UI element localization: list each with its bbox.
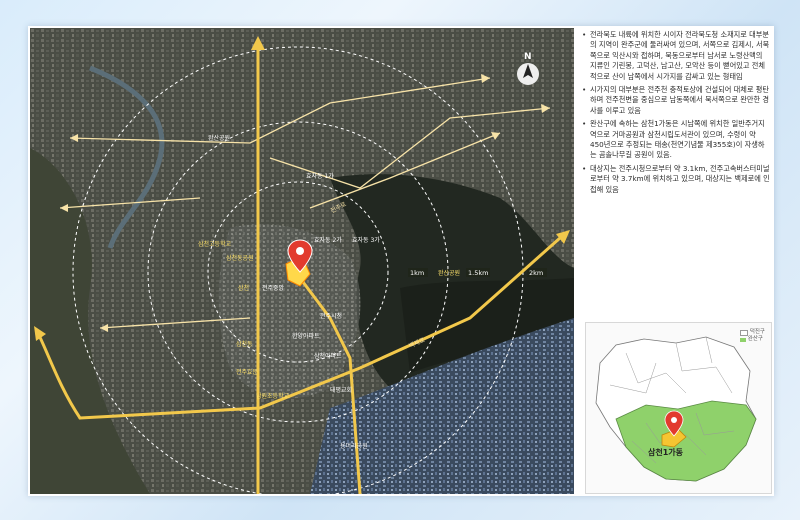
place-label: 전주중앙 [262,284,285,292]
place-label: 완산공원 [208,134,230,142]
description-item: 대상지는 전주시청으로부터 약 3.1km, 전주고속버스터미널로부터 약 3.… [582,164,770,195]
place-label: 전주효문 [236,368,259,376]
ring-label-2km: 2km [529,269,543,277]
north-label: N [524,52,532,62]
place-label: 완산공원 [438,269,460,277]
inset-site-label: 삼천1가동 [648,448,684,457]
place-label: 효자동 1가 [306,172,334,180]
location-map: 1km 1.5km 2km 전주로 백제로 완산공원 삼천고등학교 삼천동공원 … [30,28,574,494]
place-label: 태평교회 [330,386,352,394]
description-panel: 전라북도 내륙에 위치한 시이자 전라북도청 소재지로 대부분의 지역이 완주군… [582,30,770,198]
map-svg: 1km 1.5km 2km 전주로 백제로 완산공원 삼천고등학교 삼천동공원 … [30,28,574,494]
description-item: 시가지의 대부분은 전주천 충적토상에 건설되어 대체로 평탄하며 전주천변을 … [582,85,770,116]
ring-label-1km: 1km [410,269,424,277]
place-label: 효자동 2가 [314,236,342,244]
inset-map: 덕진구 완산구 삼천1가동 [585,322,772,494]
south-district [615,400,757,482]
place-label: 삼천동공원 [226,254,254,262]
legend-item: 덕진구 [739,329,765,336]
inset-legend: 덕진구 완산구 [739,329,765,343]
legend-label-south: 완산구 [747,336,763,342]
place-label: 전주시청 [320,312,342,320]
ring-label-1-5km: 1.5km [468,269,488,277]
place-label: 삼천아파트 [314,352,342,360]
place-label: 효자동 3가 [352,236,380,244]
place-label: 용머리공원 [340,442,368,450]
place-label: 삼천고등학교 [198,240,232,248]
description-item: 완산구에 속하는 삼천1가동은 시남쪽에 위치한 일반주거지역으로 거마공원과 … [582,119,770,161]
legend-label-north: 덕진구 [749,329,765,335]
legend-item: 완산구 [739,336,765,343]
place-label: 삼천 [238,284,249,292]
inset-map-svg [595,336,757,482]
description-list: 전라북도 내륙에 위치한 시이자 전라북도청 소재지로 대부분의 지역이 완주군… [582,30,770,195]
description-item: 전라북도 내륙에 위치한 시이자 전라북도청 소재지로 대부분의 지역이 완주군… [582,30,770,82]
place-label: 한양아파트 [292,332,320,340]
place-label: 삼천동 [236,340,253,348]
place-label: 남원초등학교 [256,392,290,400]
